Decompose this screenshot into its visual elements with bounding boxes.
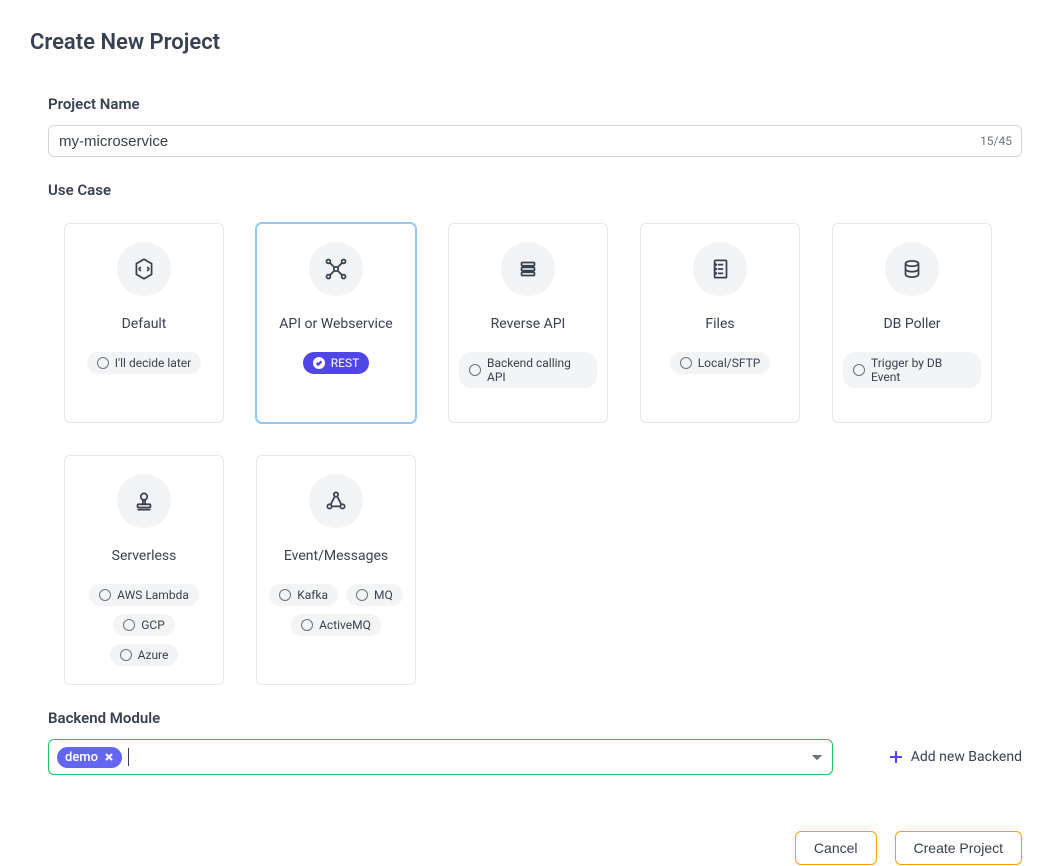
create-project-button[interactable]: Create Project — [895, 831, 1022, 865]
document-list-icon — [693, 242, 747, 296]
pill-backend-calling-api[interactable]: Backend calling API — [459, 352, 597, 388]
pill-local-sftp[interactable]: Local/SFTP — [670, 352, 771, 374]
plus-icon — [889, 750, 903, 764]
card-reverse-api[interactable]: Reverse API Backend calling API — [448, 223, 608, 423]
backend-module-label: Backend Module — [48, 709, 1022, 727]
card-default[interactable]: Default I'll decide later — [64, 223, 224, 423]
card-api[interactable]: API or Webservice REST — [256, 223, 416, 423]
card-events[interactable]: Event/Messages Kafka MQ ActiveMQ — [256, 455, 416, 685]
card-title: API or Webservice — [279, 316, 392, 332]
text-cursor — [128, 748, 129, 766]
pill-trigger-db-event[interactable]: Trigger by DB Event — [843, 352, 981, 388]
use-case-label: Use Case — [48, 181, 1022, 199]
chevron-down-icon[interactable] — [812, 748, 822, 767]
use-case-cards: Default I'll decide later API or Webserv… — [48, 211, 1022, 685]
pill-aws-lambda[interactable]: AWS Lambda — [89, 584, 199, 606]
card-title: Default — [122, 316, 167, 332]
backend-select[interactable]: demo — [48, 739, 833, 775]
pill-azure[interactable]: Azure — [110, 644, 179, 666]
remove-tag-icon[interactable] — [104, 752, 114, 762]
card-title: Serverless — [112, 548, 177, 564]
card-title: Files — [705, 316, 734, 332]
char-count: 15/45 — [980, 134, 1012, 148]
pill-mq[interactable]: MQ — [346, 584, 403, 606]
card-files[interactable]: Files Local/SFTP — [640, 223, 800, 423]
project-name-label: Project Name — [48, 95, 1022, 113]
card-title: Event/Messages — [284, 548, 388, 564]
backend-tag-demo: demo — [57, 747, 122, 768]
pill-kafka[interactable]: Kafka — [269, 584, 338, 606]
pill-activemq[interactable]: ActiveMQ — [291, 614, 381, 636]
cancel-button[interactable]: Cancel — [795, 831, 877, 865]
card-serverless[interactable]: Serverless AWS Lambda GCP Azure — [64, 455, 224, 685]
card-title: DB Poller — [883, 316, 940, 332]
hexagon-refresh-icon — [117, 242, 171, 296]
page-title: Create New Project — [30, 30, 1022, 55]
card-title: Reverse API — [491, 316, 566, 332]
card-db-poller[interactable]: DB Poller Trigger by DB Event — [832, 223, 992, 423]
add-backend-button[interactable]: Add new Backend — [889, 749, 1022, 765]
stamp-icon — [117, 474, 171, 528]
pill-gcp[interactable]: GCP — [113, 614, 175, 636]
pill-decide-later[interactable]: I'll decide later — [87, 352, 201, 374]
pill-rest[interactable]: REST — [303, 352, 370, 374]
database-icon — [885, 242, 939, 296]
server-stack-icon — [501, 242, 555, 296]
project-name-input[interactable] — [48, 125, 1022, 157]
webhook-icon — [309, 474, 363, 528]
network-nodes-icon — [309, 242, 363, 296]
